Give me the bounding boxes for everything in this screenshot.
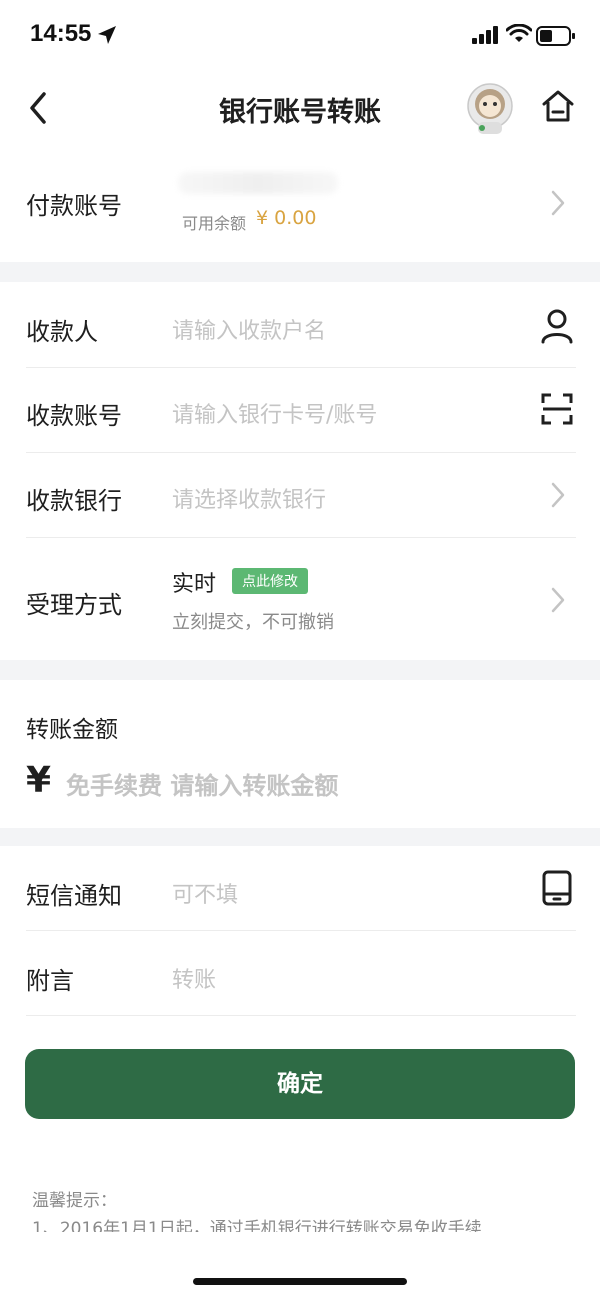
payee-bank-row[interactable]: 收款银行 请选择收款银行	[0, 453, 600, 538]
sms-label: 短信通知	[26, 882, 122, 910]
payee-account-row: 收款账号 请输入银行卡号/账号	[0, 368, 600, 453]
amount-label: 转账金额	[26, 717, 118, 743]
pay-account-label: 付款账号	[26, 192, 122, 220]
status-time: 14:55	[30, 20, 92, 47]
pay-account-number-masked	[178, 172, 338, 194]
amount-input[interactable]: 免手续费 请输入转账金额	[66, 766, 338, 801]
note-row: 附言 转账	[0, 931, 600, 1016]
processing-mode-value: 实时	[172, 572, 217, 597]
note-input[interactable]: 转账	[172, 962, 216, 994]
payee-name-input[interactable]: 请输入收款户名	[172, 313, 326, 345]
cellular-signal-icon	[472, 26, 498, 44]
mascot-avatar-icon[interactable]	[460, 78, 520, 138]
processing-mode-row[interactable]: 受理方式 实时 点此修改 立刻提交，不可撤销	[0, 538, 600, 660]
payee-name-label: 收款人	[26, 318, 98, 346]
balance-value: ¥ 0.00	[256, 207, 317, 229]
amount-section: 转账金额 ¥ 免手续费 请输入转账金额	[0, 680, 600, 828]
location-arrow-icon	[98, 26, 116, 44]
tips-line: 1、2016年1月1日起，通过手机银行进行转账交易免收手续	[32, 1219, 482, 1232]
scan-icon[interactable]	[540, 392, 574, 426]
contact-person-icon[interactable]	[540, 308, 574, 344]
payee-section: 收款人 请输入收款户名 收款账号 请输入银行卡号/账号 收款银行 请选择收款银行…	[0, 282, 600, 660]
payee-name-row: 收款人 请输入收款户名	[0, 282, 600, 367]
sms-input[interactable]: 可不填	[172, 877, 238, 909]
currency-symbol: ¥	[26, 760, 52, 801]
payee-bank-select[interactable]: 请选择收款银行	[172, 482, 326, 514]
processing-mode-desc: 立刻提交，不可撤销	[172, 612, 334, 633]
sms-row: 短信通知 可不填	[0, 846, 600, 931]
payee-account-label: 收款账号	[26, 402, 122, 430]
payee-account-input[interactable]: 请输入银行卡号/账号	[172, 397, 377, 429]
balance-label: 可用余额	[182, 214, 247, 233]
home-icon[interactable]	[538, 86, 578, 126]
status-bar: 14:55	[0, 0, 600, 70]
modify-badge[interactable]: 点此修改	[232, 568, 308, 594]
pay-account-row[interactable]: 付款账号 可用余额 ¥ 0.00	[0, 150, 600, 262]
wifi-icon	[506, 24, 532, 42]
phone-contact-icon[interactable]	[542, 870, 572, 906]
tips-title: 温馨提示：	[32, 1191, 117, 1211]
chevron-right-icon	[551, 190, 565, 216]
chevron-right-icon	[551, 482, 565, 508]
confirm-button[interactable]: 确定	[25, 1049, 575, 1119]
battery-icon	[536, 26, 575, 46]
payee-bank-label: 收款银行	[26, 487, 122, 515]
home-indicator[interactable]	[193, 1278, 407, 1285]
sms-note-section: 短信通知 可不填 附言 转账 确定 温馨提示： 1、2016年1月1日起，通过手…	[0, 846, 600, 1298]
processing-mode-label: 受理方式	[26, 591, 122, 619]
divider	[26, 1015, 576, 1016]
chevron-right-icon	[551, 587, 565, 613]
note-label: 附言	[26, 967, 74, 995]
nav-bar: 银行账号转账	[0, 70, 600, 150]
